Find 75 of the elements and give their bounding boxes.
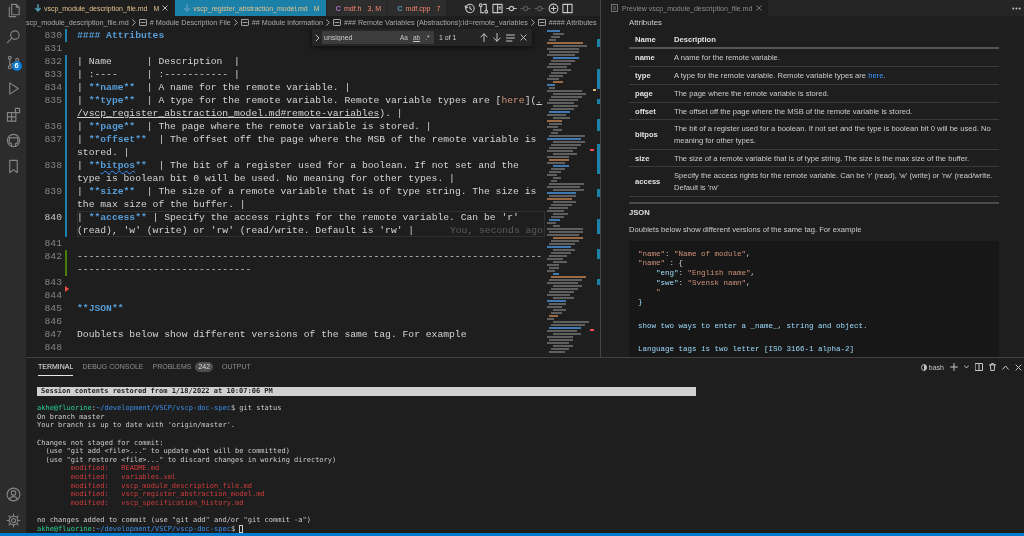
line-number: 847 — [43, 328, 62, 341]
code-line: | Name | Description | — [77, 55, 240, 68]
code-line: | **bitpos** | The bit of a register used for a boolean. If not set and the — [77, 159, 519, 172]
chevron-right-icon — [233, 19, 238, 26]
line-number: 834 — [43, 81, 62, 94]
plus-icon[interactable] — [950, 363, 958, 371]
change-marker — [65, 250, 67, 276]
line-number: 831 — [43, 42, 62, 55]
code-line: ------------------------------ — [77, 263, 252, 276]
arrow-down-icon[interactable] — [493, 33, 501, 42]
line-number: 836 — [43, 120, 62, 133]
code-line: -------------------------------------------------------------------------------- — [77, 250, 543, 263]
code-line: | :---- | :----------- | — [77, 68, 240, 81]
line-number: 848 — [43, 341, 62, 354]
line-number: 832 — [43, 55, 62, 68]
cat-face-icon[interactable] — [5, 133, 21, 148]
change-marker — [65, 29, 67, 42]
symbol-icon — [332, 19, 341, 26]
line-number: 839 — [43, 185, 62, 198]
code-line: | **name** | A name for the remote variable. | — [77, 81, 351, 94]
code-line: /vscp_register_abstraction_model.md#remote-variables). | — [77, 107, 403, 120]
symbol-icon — [537, 19, 546, 26]
compare-icon[interactable] — [478, 2, 489, 14]
plus-circle-icon[interactable] — [548, 2, 559, 14]
line-number: 833 — [43, 68, 62, 81]
deletion-marker — [65, 286, 69, 292]
half-circle-icon — [920, 363, 927, 371]
clock-icon[interactable] — [464, 2, 475, 14]
chevron-down-icon[interactable] — [964, 365, 969, 369]
code-line: the max size of the buffer. | — [77, 198, 246, 211]
settings-icon[interactable] — [5, 513, 21, 528]
close-icon[interactable] — [520, 34, 527, 41]
line-number: 846 — [43, 315, 62, 328]
close-icon[interactable] — [162, 5, 169, 11]
code-line: (read), 'w' (write) or 'rw' (read/write. Default is 'rw' | — [77, 224, 415, 237]
close-icon[interactable] — [756, 5, 763, 11]
chevron-right-icon — [131, 19, 136, 26]
preview-icon[interactable] — [492, 2, 503, 14]
line-number: 844 — [43, 289, 62, 302]
code-line: | **size** | The size of a remote variable that is of type string. The size is — [77, 185, 537, 198]
line-number: 841 — [43, 237, 62, 250]
more-icon[interactable] — [1012, 6, 1021, 10]
line-number: 842 — [43, 250, 62, 263]
code-line: stored. | — [77, 146, 130, 159]
down-arrow-icon — [35, 4, 41, 12]
search-icon[interactable] — [5, 29, 21, 44]
code-line: #### Attributes — [77, 29, 165, 42]
line-number: 845 — [43, 302, 62, 315]
code-line: Doublets below show different versions of the same tag. For example — [77, 328, 467, 341]
split-icon[interactable] — [975, 363, 983, 371]
line-number: 830 — [43, 29, 62, 42]
lines-icon[interactable] — [506, 33, 515, 42]
code-line: | **page** | The page where the remote variable is stored. | — [77, 120, 432, 133]
chevron-right-icon — [530, 19, 535, 26]
arrow-up-icon[interactable] — [480, 33, 488, 42]
code-line: | **access** | Specify the access rights for the remote variable. Can be 'r' — [77, 211, 519, 224]
trash-icon[interactable] — [989, 363, 996, 371]
down-arrow-icon — [184, 4, 191, 12]
symbol-icon — [138, 19, 147, 26]
squares-icon[interactable] — [5, 107, 21, 122]
split-editor-icon[interactable] — [562, 2, 573, 14]
document-icon — [611, 4, 618, 12]
line-number: 843 — [43, 276, 62, 289]
line-number: 838 — [43, 159, 62, 172]
code-line: | **offset** | The offset off the page where the MSB of the remote variable is — [77, 133, 537, 146]
code-line: **JSON** — [77, 302, 124, 315]
line-number: 837 — [43, 133, 62, 146]
code-line: type is boolean bit 0 will be used. No meaning for other types. | — [77, 172, 455, 185]
line-number: 835 — [43, 94, 62, 107]
account-icon[interactable] — [5, 487, 21, 502]
line-number: 840 — [43, 211, 62, 224]
close-icon[interactable] — [1015, 363, 1022, 371]
code-line: | **type** | A type for the remote variable. Remote variable types are [here](. — [77, 94, 543, 107]
symbol-icon — [240, 19, 249, 26]
chevron-up-icon[interactable] — [1002, 364, 1009, 370]
